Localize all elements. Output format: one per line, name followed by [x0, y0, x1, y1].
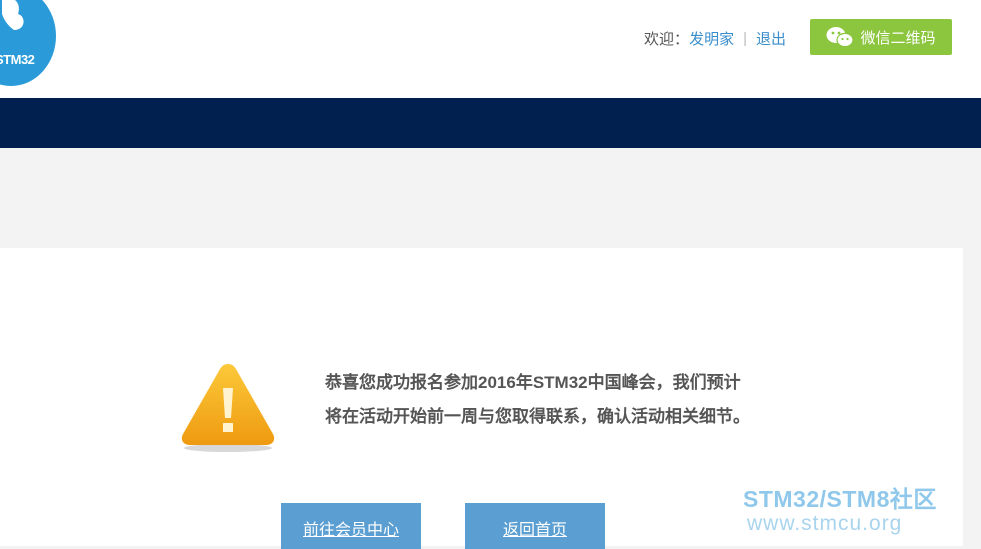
welcome-label: 欢迎：: [644, 30, 690, 48]
logo-text: STM32: [0, 52, 35, 67]
warning-icon: [181, 364, 275, 452]
site-logo[interactable]: STM32: [0, 0, 56, 86]
message-line-2: 将在活动开始前一周与您取得联系，确认活动相关细节。: [325, 407, 750, 426]
butterfly-icon: [2, 0, 24, 30]
main-navbar: [0, 98, 981, 148]
message-line-1: 恭喜您成功报名参加2016年STM32中国峰会，我们预计: [325, 373, 741, 392]
back-home-button[interactable]: 返回首页: [465, 503, 605, 549]
member-center-button[interactable]: 前往会员中心: [281, 503, 421, 549]
wechat-icon: [826, 27, 855, 48]
user-area: 欢迎： 发明家 | 退出: [644, 27, 786, 49]
logout-link[interactable]: 退出: [756, 28, 786, 49]
watermark-title: STM32/STM8社区: [743, 486, 937, 512]
username-link[interactable]: 发明家: [689, 28, 734, 49]
watermark: STM32/STM8社区 www.stmcu.org: [743, 485, 981, 535]
wechat-qrcode-button[interactable]: 微信二维码: [810, 19, 952, 55]
wechat-button-label: 微信二维码: [860, 29, 936, 47]
separator: |: [743, 29, 747, 47]
registration-success-message: 恭喜您成功报名参加2016年STM32中国峰会，我们预计 将在活动开始前一周与您…: [325, 366, 795, 434]
site-header: STM32 欢迎： 发明家 | 退出 微信二维码: [0, 0, 981, 98]
watermark-url: www.stmcu.org: [747, 512, 903, 535]
